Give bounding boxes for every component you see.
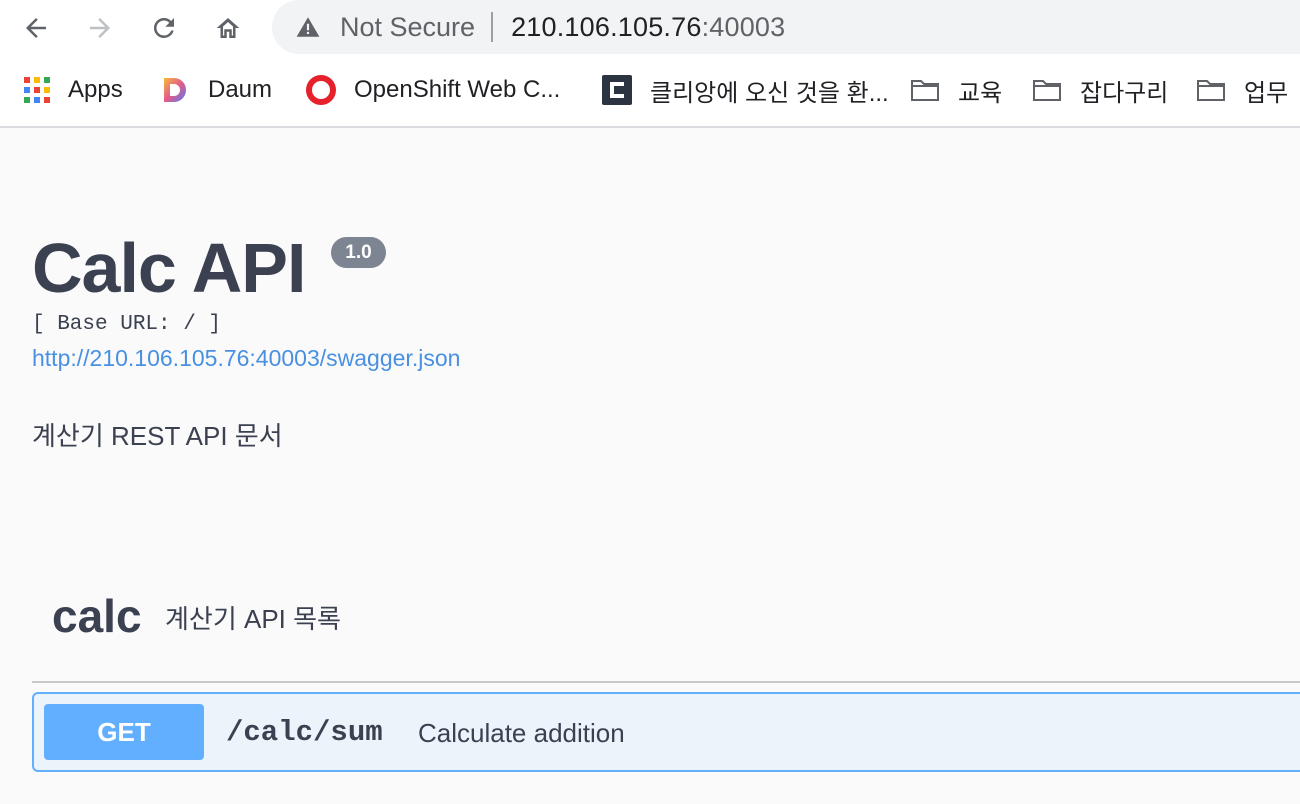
security-status[interactable]: Not Secure xyxy=(340,12,475,43)
back-button[interactable] xyxy=(14,6,58,50)
clien-logo-icon xyxy=(602,75,632,105)
folder-icon xyxy=(1032,75,1062,105)
bookmark-label: Apps xyxy=(68,76,123,103)
bookmark-folder-education[interactable]: 교육 xyxy=(910,72,1002,108)
tag-section-calc[interactable]: calc 계산기 API 목록 xyxy=(32,585,1300,683)
browser-toolbar: Not Secure 210.106.105.76:40003 xyxy=(0,0,1300,56)
url-host: 210.106.105.76 xyxy=(511,11,702,42)
api-title: Calc API xyxy=(32,229,306,307)
operation-get-calc-sum[interactable]: GET /calc/sum Calculate addition xyxy=(32,692,1300,772)
bookmark-openshift[interactable]: OpenShift Web C... xyxy=(306,72,560,108)
http-method-badge: GET xyxy=(44,704,204,760)
bookmark-label: 클리앙에 오신 것을 환... xyxy=(650,79,889,107)
home-button[interactable] xyxy=(206,6,250,50)
bookmark-folder-work[interactable]: 업무 xyxy=(1196,72,1288,108)
address-bar[interactable]: Not Secure 210.106.105.76:40003 xyxy=(272,0,1300,54)
reload-icon xyxy=(153,17,174,38)
openshift-logo-icon xyxy=(306,75,336,105)
bookmark-daum[interactable]: Daum xyxy=(160,72,272,108)
apps-grid-icon xyxy=(22,75,52,105)
daum-logo-icon xyxy=(160,75,190,105)
base-url: [ Base URL: / ] xyxy=(32,313,222,336)
omnibox-divider xyxy=(491,12,494,42)
folder-icon xyxy=(910,75,940,105)
tag-name: calc xyxy=(52,590,142,642)
version-badge: 1.0 xyxy=(331,237,386,268)
url-port: :40003 xyxy=(701,11,786,42)
folder-icon xyxy=(1196,75,1226,105)
bookmark-clien[interactable]: 클리앙에 오신 것을 환... xyxy=(602,72,889,108)
bookmark-label: 업무 xyxy=(1244,79,1289,107)
bookmark-label: OpenShift Web C... xyxy=(354,76,561,103)
tag-description: 계산기 API 목록 xyxy=(165,604,341,634)
bookmark-folder-misc[interactable]: 잡다구리 xyxy=(1032,72,1168,108)
swagger-json-link[interactable]: http://210.106.105.76:40003/swagger.json xyxy=(32,345,460,372)
warning-triangle-icon xyxy=(294,13,322,41)
back-arrow-icon xyxy=(26,18,46,38)
home-icon xyxy=(216,18,240,38)
forward-arrow-icon xyxy=(90,18,110,38)
bookmark-label: 잡다구리 xyxy=(1080,79,1169,107)
operation-summary: Calculate addition xyxy=(418,718,625,748)
reload-button[interactable] xyxy=(142,6,186,50)
forward-button[interactable] xyxy=(78,6,122,50)
bookmark-label: 교육 xyxy=(958,79,1003,107)
api-description: 계산기 REST API 문서 xyxy=(32,421,283,451)
bookmark-apps[interactable]: Apps xyxy=(22,72,123,108)
operation-path: /calc/sum xyxy=(226,716,383,749)
url-text[interactable]: 210.106.105.76:40003 xyxy=(511,12,785,43)
bookmark-label: Daum xyxy=(208,76,273,103)
bookmarks-bar: Apps Daum OpenShift Web C... 클리앙에 오신 것을 … xyxy=(0,56,1300,128)
